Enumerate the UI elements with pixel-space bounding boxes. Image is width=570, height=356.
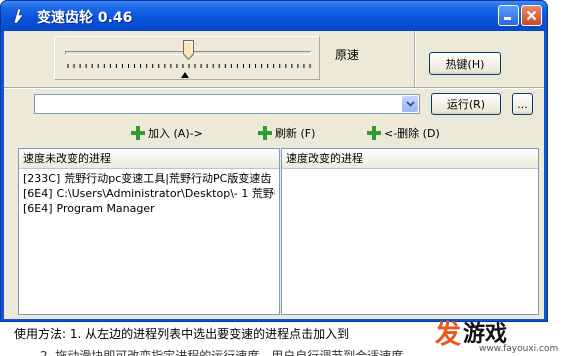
combo-dropdown-button[interactable]: [402, 96, 418, 112]
add-process-button[interactable]: 加入 (A)->: [131, 124, 203, 142]
list-header[interactable]: 速度未改变的进程: [19, 149, 279, 169]
site-watermark: 发 游戏 www.fayouxi.com: [435, 310, 565, 355]
process-name: C:\Users\Administrator\Desktop\- 1 荒野行动: [56, 187, 275, 200]
minimize-button[interactable]: [498, 5, 519, 26]
divider: [414, 31, 416, 87]
title-bar[interactable]: 变速齿轮 0.46: [1, 1, 547, 31]
add-process-label: 加入 (A)->: [148, 127, 203, 140]
app-window: 变速齿轮 0.46 原速 热键(H) 运行(R) ... 加入 (A)-> 刷新…: [0, 0, 548, 322]
speed-slider[interactable]: [54, 36, 320, 80]
chevron-down-icon: [405, 101, 415, 107]
green-plus-icon: [131, 126, 145, 140]
process-combobox[interactable]: [34, 94, 420, 114]
list-item[interactable]: [6E4] Program Manager: [23, 201, 275, 216]
watermark-url: www.fayouxi.com: [479, 344, 559, 354]
list-body: [233C] 荒野行动pc变速工具|荒野行动PC版变速齿 [6E4] C:\User…: [19, 169, 279, 218]
refresh-label: 刷新 (F): [275, 127, 316, 140]
list-item[interactable]: [233C] 荒野行动pc变速工具|荒野行动PC版变速齿: [23, 171, 275, 186]
process-id: [6E4]: [23, 187, 53, 200]
center-marker-icon: [181, 72, 189, 78]
unchanged-process-list[interactable]: 速度未改变的进程 [233C] 荒野行动pc变速工具|荒野行动PC版变速齿 [6E…: [18, 148, 280, 315]
window-title: 变速齿轮 0.46: [37, 10, 133, 26]
green-plus-icon: [258, 126, 272, 140]
close-button[interactable]: [521, 5, 542, 26]
changed-process-list[interactable]: 速度改变的进程: [281, 148, 539, 315]
hotkey-button[interactable]: 热键(H): [429, 52, 501, 75]
slider-ticks: [67, 64, 311, 68]
process-name: Program Manager: [56, 202, 155, 215]
gear-app-icon: [13, 8, 24, 24]
divider: [4, 87, 544, 89]
remove-process-label: <-删除 (D): [384, 127, 440, 140]
process-name: 荒野行动pc变速工具|荒野行动PC版变速齿: [64, 172, 272, 185]
minimize-icon: [504, 17, 511, 20]
green-plus-icon: [367, 126, 381, 140]
list-header[interactable]: 速度改变的进程: [282, 149, 538, 169]
refresh-button[interactable]: 刷新 (F): [258, 124, 315, 142]
process-id: [6E4]: [23, 202, 53, 215]
watermark-logo: 发: [435, 319, 462, 350]
slider-thumb[interactable]: [182, 40, 194, 60]
client-area: 原速 热键(H) 运行(R) ... 加入 (A)-> 刷新 (F) <-删除 …: [4, 31, 544, 319]
list-body: [282, 169, 538, 173]
list-item[interactable]: [6E4] C:\Users\Administrator\Desktop\- 1 …: [23, 186, 275, 201]
remove-process-button[interactable]: <-删除 (D): [367, 124, 440, 142]
process-id: [233C]: [23, 172, 61, 185]
close-icon: [526, 10, 537, 21]
browse-button[interactable]: ...: [512, 93, 533, 115]
run-button[interactable]: 运行(R): [431, 93, 501, 115]
usage-instructions-line2: 2. 拖动滑块即可改变指定进程的运行速度，用户自行调节到合适速度: [40, 349, 404, 356]
speed-label: 原速: [335, 48, 360, 62]
